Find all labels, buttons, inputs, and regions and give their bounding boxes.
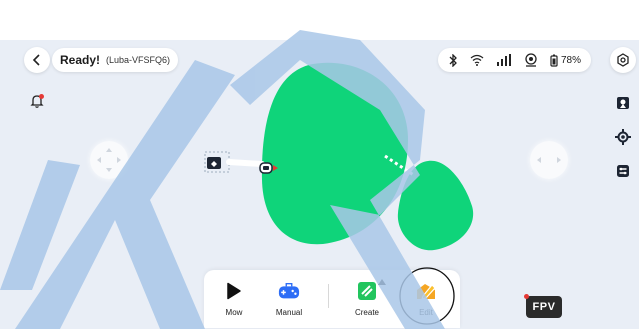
play-icon	[227, 282, 241, 300]
bluetooth-icon	[449, 53, 457, 67]
battery-percent: 78%	[561, 54, 582, 66]
battery-icon	[550, 54, 558, 67]
mowing-zone-main	[261, 62, 408, 245]
fpv-button[interactable]: FPV	[526, 296, 562, 318]
device-name: (Luba-VFSFQ6)	[106, 55, 171, 65]
create-button[interactable]: Create	[337, 270, 397, 328]
back-arrow-icon	[32, 54, 40, 66]
mow-label: Mow	[225, 308, 243, 317]
charging-station-icon	[207, 157, 221, 169]
fpv-notification-dot	[524, 294, 529, 299]
settings-button[interactable]	[610, 47, 636, 73]
settings-icon	[617, 53, 629, 67]
wifi-icon	[470, 54, 484, 66]
left-joystick[interactable]	[90, 141, 128, 179]
locate-icon	[615, 129, 631, 145]
back-button[interactable]	[24, 47, 50, 73]
status-cluster: 78%	[438, 48, 592, 72]
gamepad-icon	[278, 282, 300, 299]
mowing-zone-secondary	[397, 160, 474, 251]
status-text: Ready!	[60, 53, 101, 67]
manual-label: Manual	[275, 308, 303, 317]
fpv-label: FPV	[532, 301, 556, 313]
layers-icon	[617, 165, 629, 177]
cellular-signal-icon	[497, 54, 511, 66]
status-pill: Ready! (Luba-VFSFQ6)	[52, 48, 179, 72]
manual-button[interactable]: Manual	[259, 270, 319, 328]
mow-button[interactable]: Mow	[204, 270, 264, 328]
layers-button[interactable]	[610, 158, 636, 184]
right-joystick[interactable]	[530, 141, 568, 179]
gps-icon	[525, 53, 537, 67]
caret-up-icon	[378, 279, 386, 285]
mower-icon[interactable]	[258, 160, 278, 176]
map-icon	[617, 97, 629, 109]
bell-icon	[30, 94, 44, 108]
locate-button[interactable]	[610, 124, 636, 150]
toolbar-divider	[328, 284, 329, 308]
edit-highlight-circle	[399, 267, 455, 325]
map-view-button[interactable]	[610, 90, 636, 116]
notifications-button[interactable]	[24, 88, 50, 114]
create-label: Create	[354, 308, 379, 317]
create-zone-icon	[358, 282, 376, 300]
